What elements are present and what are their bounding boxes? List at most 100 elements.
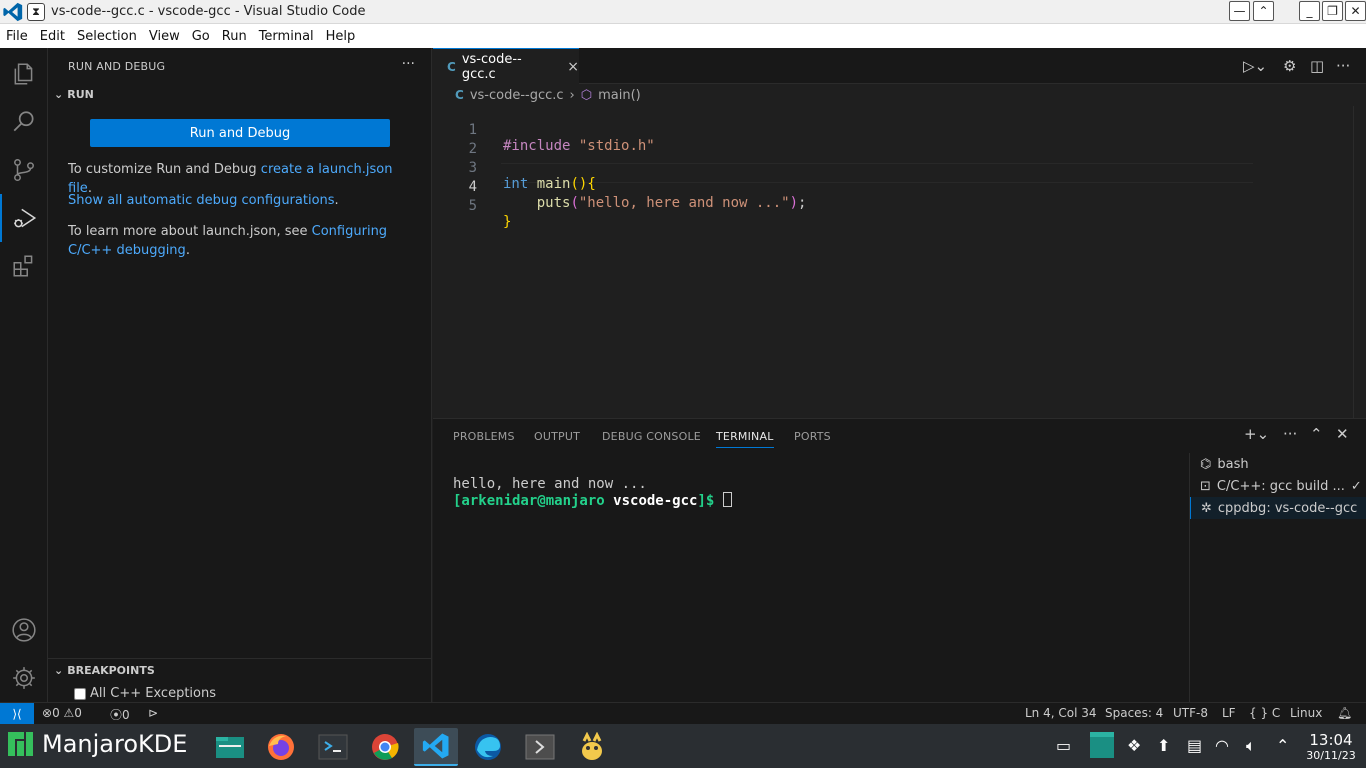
- vscode-taskbar-icon[interactable]: [414, 728, 458, 766]
- tab-ports[interactable]: PORTS: [794, 430, 831, 443]
- tab-debug-console[interactable]: DEBUG CONSOLE: [602, 430, 701, 443]
- window-titlebar: ⧗ vs-code--gcc.c - vscode-gcc - Visual S…: [0, 0, 1366, 24]
- menu-help[interactable]: Help: [320, 29, 362, 44]
- menu-view[interactable]: View: [143, 29, 186, 44]
- ports-status[interactable]: ⦿0: [110, 706, 130, 723]
- wifi-icon[interactable]: ◠: [1215, 736, 1229, 755]
- show-all-debug-configs-link[interactable]: Show all automatic debug configurations: [68, 193, 335, 208]
- console-app-icon[interactable]: [518, 728, 562, 766]
- show-all-suffix: .: [334, 193, 339, 208]
- terminal-app-icon[interactable]: [311, 728, 355, 766]
- edge-icon[interactable]: [466, 728, 510, 766]
- terminal-item-gcc-build[interactable]: ⊡ C/C++: gcc build ... ✓: [1190, 475, 1366, 497]
- encoding[interactable]: UTF-8: [1173, 706, 1208, 720]
- breadcrumb-file[interactable]: vs-code--gcc.c: [470, 88, 564, 103]
- breakpoints-section-header[interactable]: ⌄ BREAKPOINTS: [54, 664, 155, 677]
- breadcrumb: C vs-code--gcc.c › ⬡ main(): [433, 84, 1353, 106]
- run-and-debug-icon[interactable]: [0, 194, 48, 242]
- tab-problems[interactable]: PROBLEMS: [453, 430, 515, 443]
- terminal-output[interactable]: hello, here and now ... [arkenidar@manja…: [453, 476, 732, 509]
- terminal-item-cppdbg[interactable]: ✲ cppdbg: vs-code--gcc: [1190, 497, 1366, 519]
- line-number: 5: [468, 198, 477, 214]
- keep-below-button[interactable]: —: [1229, 1, 1250, 21]
- code-editor[interactable]: 1 #include "stdio.h" 2 3 int main(){ 4 p…: [433, 106, 1353, 418]
- run-and-debug-button[interactable]: Run and Debug: [90, 119, 390, 147]
- run-section-header[interactable]: ⌄ RUN: [54, 88, 94, 101]
- platform[interactable]: Linux: [1290, 706, 1322, 720]
- updates-icon[interactable]: ⬆: [1157, 736, 1170, 755]
- c-file-icon: C: [447, 59, 456, 74]
- remote-indicator-icon[interactable]: ⟩⟨: [0, 703, 34, 725]
- all-cpp-exceptions-checkbox[interactable]: All C++ Exceptions: [74, 686, 216, 701]
- show-desktop-icon[interactable]: ▭: [1056, 736, 1071, 755]
- dropbox-icon[interactable]: ❖: [1127, 736, 1141, 755]
- manage-gear-icon[interactable]: [0, 654, 48, 702]
- kde-mascot-app-icon[interactable]: [570, 728, 614, 766]
- accounts-icon[interactable]: [0, 606, 48, 654]
- maximize-button[interactable]: ❐: [1322, 1, 1343, 21]
- indentation[interactable]: Spaces: 4: [1105, 706, 1163, 720]
- new-terminal-plus-icon[interactable]: +⌄: [1244, 425, 1269, 443]
- code-line: 1 #include "stdio.h": [433, 106, 1353, 154]
- breadcrumb-symbol[interactable]: main(): [598, 88, 641, 103]
- prompt-end: ]$: [697, 493, 723, 509]
- end-of-line[interactable]: LF: [1222, 706, 1236, 720]
- menu-selection[interactable]: Selection: [71, 29, 143, 44]
- run-debug-dropdown-icon[interactable]: ▷⌄: [1243, 57, 1267, 75]
- learn-prefix: To learn more about launch.json, see: [68, 224, 312, 239]
- menu-go[interactable]: Go: [186, 29, 216, 44]
- checkbox-unchecked-icon[interactable]: [74, 687, 86, 700]
- window-title: vs-code--gcc.c - vscode-gcc - Visual Stu…: [51, 4, 366, 19]
- explorer-icon[interactable]: [0, 50, 48, 98]
- activity-bar: [0, 48, 48, 702]
- run-section-label: RUN: [67, 88, 94, 101]
- close-window-button[interactable]: ✕: [1345, 1, 1366, 21]
- close-panel-icon[interactable]: ✕: [1336, 425, 1349, 443]
- search-icon[interactable]: [0, 98, 48, 146]
- source-control-icon[interactable]: [0, 146, 48, 194]
- close-tab-icon[interactable]: ×: [567, 59, 579, 75]
- more-actions-icon[interactable]: ···: [402, 56, 415, 72]
- tab-vs-code-gcc-c[interactable]: C vs-code--gcc.c ×: [433, 48, 579, 84]
- settings-gear-icon[interactable]: ⚙: [1283, 57, 1296, 75]
- keep-above-button[interactable]: ⌃: [1253, 1, 1274, 21]
- language-mode[interactable]: { } C: [1249, 706, 1280, 720]
- editor-vertical-scrollbar[interactable]: [1353, 106, 1366, 418]
- cursor-position[interactable]: Ln 4, Col 34: [1025, 706, 1097, 720]
- tray-expand-chevron-up-icon[interactable]: ⌃: [1276, 736, 1289, 755]
- status-bar: ⟩⟨ ⊗0 ⚠0 ⦿0 ⊳ Ln 4, Col 34 Spaces: 4 UTF…: [0, 702, 1366, 725]
- firefox-icon[interactable]: [259, 728, 303, 766]
- panel-more-actions-icon[interactable]: ···: [1283, 425, 1297, 443]
- virtual-desktop-pager-icon[interactable]: [1090, 732, 1114, 758]
- menu-run[interactable]: Run: [216, 29, 253, 44]
- terminal-item-bash[interactable]: ⌬ bash: [1190, 453, 1366, 475]
- volume-icon[interactable]: 🔈︎: [1246, 736, 1256, 756]
- clipboard-icon[interactable]: ▤: [1187, 736, 1202, 755]
- tab-output[interactable]: OUTPUT: [534, 430, 580, 443]
- menu-terminal[interactable]: Terminal: [253, 29, 320, 44]
- split-editor-icon[interactable]: ◫: [1310, 57, 1324, 75]
- minimize-button[interactable]: _: [1299, 1, 1320, 21]
- debug-status-icon[interactable]: ⊳: [148, 706, 158, 720]
- function-symbol-icon: ⬡: [580, 87, 593, 103]
- tab-terminal[interactable]: TERMINAL: [716, 430, 774, 448]
- error-icon: ⊗: [42, 706, 53, 720]
- c-file-icon: C: [455, 88, 464, 102]
- notifications-bell-icon[interactable]: 🔔︎: [1337, 706, 1352, 720]
- chrome-icon[interactable]: [363, 728, 407, 766]
- extensions-icon[interactable]: [0, 242, 48, 290]
- breakpoints-section: ⌄ BREAKPOINTS All C++ Exceptions: [48, 658, 432, 702]
- pin-window-icon[interactable]: ⧗: [27, 2, 45, 21]
- file-manager-icon[interactable]: [208, 728, 252, 766]
- terminal-bash-icon: ⌬: [1200, 456, 1212, 472]
- menu-edit[interactable]: Edit: [34, 29, 71, 44]
- maximize-panel-chevron-up-icon[interactable]: ⌃: [1310, 425, 1323, 443]
- launcher-label: ManjaroKDE: [42, 730, 188, 758]
- digital-clock[interactable]: 13:04 30/11/23: [1302, 731, 1360, 762]
- editor-more-actions-icon[interactable]: ···: [1336, 57, 1350, 75]
- application-launcher[interactable]: ManjaroKDE: [8, 730, 187, 758]
- prompt-dir: vscode-gcc: [613, 493, 698, 509]
- problems-status[interactable]: ⊗0 ⚠0: [42, 706, 82, 720]
- menu-file[interactable]: File: [0, 29, 34, 44]
- terminal-item-label: bash: [1217, 456, 1249, 472]
